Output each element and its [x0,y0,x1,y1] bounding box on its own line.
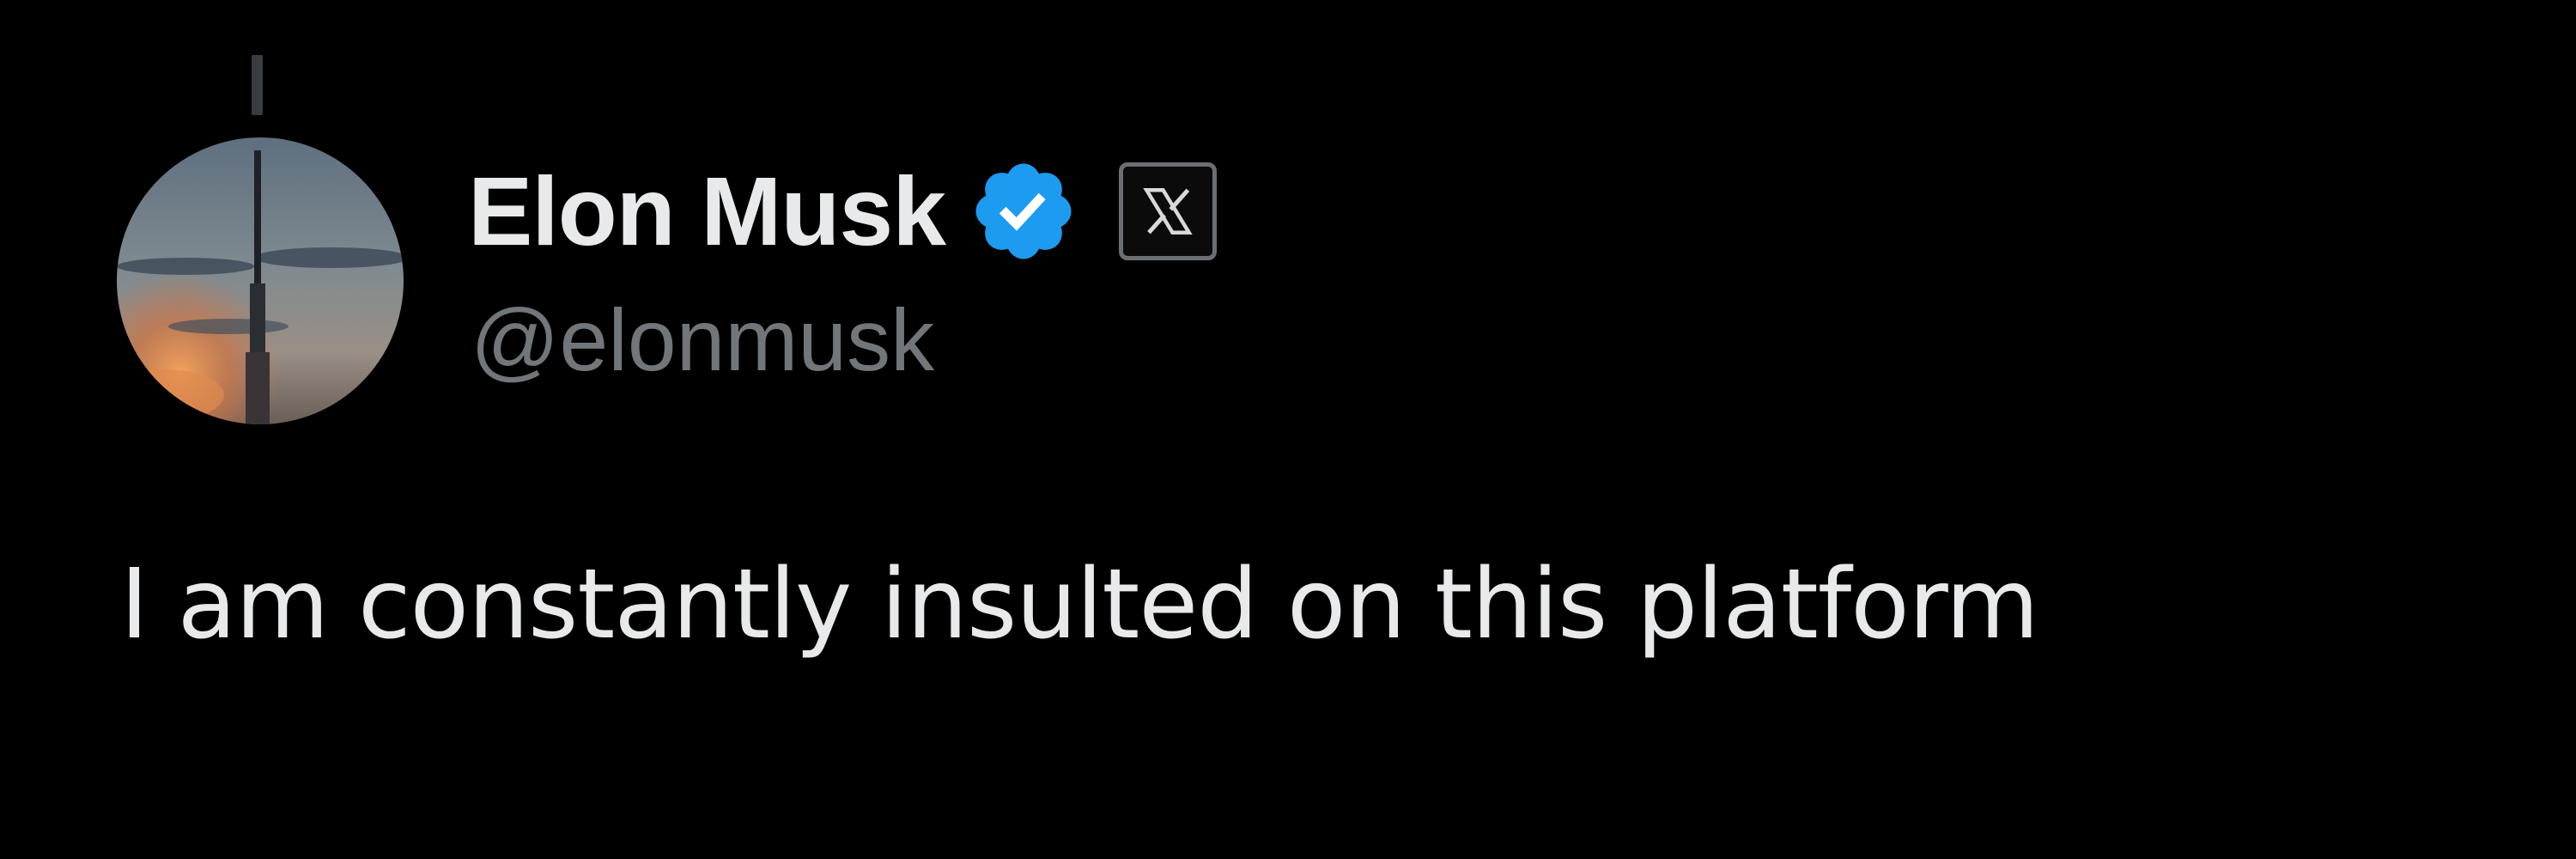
author-handle[interactable]: @elonmusk [471,296,934,384]
x-logo-icon [1143,188,1193,235]
avatar-image [117,137,404,424]
thread-connector-line [252,55,263,115]
avatar[interactable] [117,137,404,424]
x-affiliate-badge[interactable] [1119,162,1218,260]
author-name-row: Elon Musk [468,151,1218,271]
author-display-name[interactable]: Elon Musk [468,162,946,260]
verified-badge-icon[interactable] [968,155,1079,267]
post-text: I am constantly insulted on this platfor… [120,549,2039,661]
